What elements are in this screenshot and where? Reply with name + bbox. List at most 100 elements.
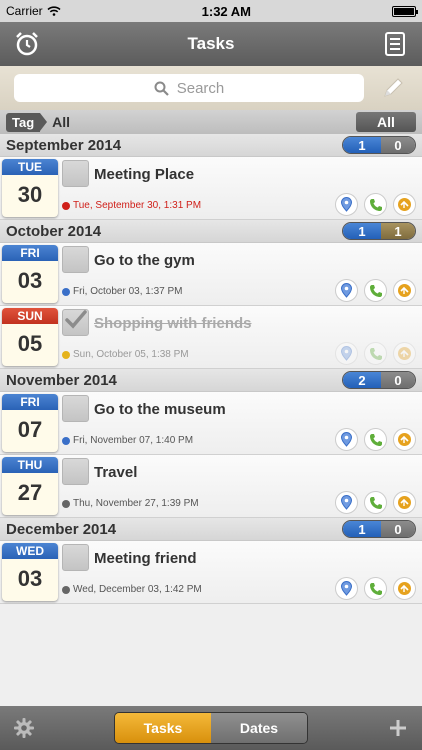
nav-bar: Tasks bbox=[0, 22, 422, 66]
location-icon[interactable] bbox=[335, 577, 358, 600]
email-icon[interactable] bbox=[393, 279, 416, 302]
phone-icon[interactable] bbox=[364, 279, 387, 302]
calendar-weekday: TUE bbox=[2, 159, 58, 175]
task-title: Go to the museum bbox=[94, 401, 226, 418]
task-row[interactable]: FRI 07 Go to the museum Fri, November 07, 1… bbox=[0, 392, 422, 455]
task-title: Meeting friend bbox=[94, 550, 197, 567]
task-checkbox[interactable] bbox=[62, 309, 89, 336]
task-title: Go to the gym bbox=[94, 252, 195, 269]
status-bar: Carrier 1:32 AM bbox=[0, 0, 422, 22]
calendar-day: 05 bbox=[17, 331, 43, 356]
task-datetime: Fri, November 07, 1:40 PM bbox=[62, 435, 193, 446]
month-header: September 2014 1 0 bbox=[0, 134, 422, 157]
phone-icon[interactable] bbox=[364, 193, 387, 216]
phone-icon[interactable] bbox=[364, 342, 387, 365]
location-icon[interactable] bbox=[335, 428, 358, 451]
email-icon[interactable] bbox=[393, 428, 416, 451]
pencil-icon[interactable] bbox=[378, 73, 408, 103]
tab-tasks[interactable]: Tasks bbox=[115, 713, 211, 743]
month-title: December 2014 bbox=[6, 520, 117, 538]
month-counts: 20 bbox=[342, 371, 416, 389]
task-checkbox[interactable] bbox=[62, 395, 89, 422]
task-title: Shopping with friends bbox=[94, 315, 252, 332]
done-count-badge: 1 bbox=[381, 223, 415, 239]
task-checkbox[interactable] bbox=[62, 160, 89, 187]
calendar-badge: THU 27 bbox=[2, 457, 58, 515]
task-title: Travel bbox=[94, 464, 138, 481]
tab-dates[interactable]: Dates bbox=[211, 713, 307, 743]
email-icon[interactable] bbox=[393, 491, 416, 514]
task-datetime-text: Tue, September 30, 1:31 PM bbox=[73, 200, 202, 211]
month-title: October 2014 bbox=[6, 222, 102, 240]
calendar-day: 30 bbox=[17, 182, 43, 207]
email-icon[interactable] bbox=[393, 577, 416, 600]
task-row[interactable]: TUE 30 Meeting Place Tue, September 30, 1:3… bbox=[0, 157, 422, 220]
calendar-badge: WED 03 bbox=[2, 543, 58, 601]
calendar-day: 03 bbox=[17, 268, 43, 293]
task-actions bbox=[335, 342, 416, 365]
open-count-badge: 2 bbox=[343, 372, 381, 388]
calendar-weekday: FRI bbox=[2, 245, 58, 261]
phone-icon[interactable] bbox=[364, 577, 387, 600]
tag-value[interactable]: All bbox=[52, 114, 350, 130]
task-datetime-text: Fri, October 03, 1:37 PM bbox=[73, 286, 183, 297]
battery-icon bbox=[391, 5, 418, 17]
page-title: Tasks bbox=[187, 34, 235, 53]
search-input[interactable]: Search bbox=[14, 74, 364, 102]
calendar-weekday: SUN bbox=[2, 308, 58, 324]
location-icon[interactable] bbox=[335, 491, 358, 514]
task-checkbox[interactable] bbox=[62, 246, 89, 273]
task-datetime-text: Fri, November 07, 1:40 PM bbox=[73, 435, 194, 446]
task-datetime: Wed, December 03, 1:42 PM bbox=[62, 584, 202, 595]
location-icon[interactable] bbox=[335, 279, 358, 302]
calendar-badge: FRI 07 bbox=[2, 394, 58, 452]
search-bar: Search bbox=[0, 66, 422, 110]
month-header: October 2014 1 1 bbox=[0, 220, 422, 243]
month-counts: 10 bbox=[342, 520, 416, 538]
location-icon[interactable] bbox=[335, 342, 358, 365]
calendar-weekday: FRI bbox=[2, 394, 58, 410]
list-icon[interactable] bbox=[382, 31, 408, 57]
search-icon bbox=[154, 81, 169, 96]
location-icon[interactable] bbox=[335, 193, 358, 216]
task-datetime: Tue, September 30, 1:31 PM bbox=[62, 200, 201, 211]
task-actions bbox=[335, 491, 416, 514]
calendar-badge: TUE 30 bbox=[2, 159, 58, 217]
calendar-day: 07 bbox=[17, 417, 43, 442]
email-icon[interactable] bbox=[393, 342, 416, 365]
add-icon[interactable] bbox=[384, 714, 412, 742]
open-count-badge: 1 bbox=[343, 521, 381, 537]
tag-label[interactable]: Tag bbox=[6, 112, 48, 132]
month-header: November 2014 2 0 bbox=[0, 369, 422, 392]
view-segmented-control: Tasks Dates bbox=[114, 712, 308, 744]
task-checkbox[interactable] bbox=[62, 458, 89, 485]
month-title: September 2014 bbox=[6, 136, 122, 154]
checkmark-icon bbox=[64, 310, 87, 335]
calendar-badge: FRI 03 bbox=[2, 245, 58, 303]
priority-dot-icon bbox=[62, 499, 70, 508]
wifi-icon bbox=[47, 6, 61, 16]
done-count-badge: 0 bbox=[381, 372, 415, 388]
priority-dot-icon bbox=[62, 436, 70, 445]
task-actions bbox=[335, 279, 416, 302]
task-actions bbox=[335, 577, 416, 600]
phone-icon[interactable] bbox=[364, 428, 387, 451]
email-icon[interactable] bbox=[393, 193, 416, 216]
priority-dot-icon bbox=[62, 201, 70, 210]
filter-all-button[interactable]: All bbox=[356, 112, 416, 132]
calendar-day: 27 bbox=[17, 480, 43, 505]
gear-icon[interactable] bbox=[10, 714, 38, 742]
status-left: Carrier bbox=[6, 4, 61, 18]
task-title: Meeting Place bbox=[94, 166, 195, 183]
task-row[interactable]: WED 03 Meeting friend Wed, December 03, 1:4… bbox=[0, 541, 422, 604]
task-row[interactable]: THU 27 Travel Thu, November 27, 1:39 PM bbox=[0, 455, 422, 518]
task-checkbox[interactable] bbox=[62, 544, 89, 571]
alarm-clock-icon[interactable] bbox=[14, 31, 40, 57]
calendar-weekday: THU bbox=[2, 457, 58, 473]
task-row[interactable]: FRI 03 Go to the gym Fri, October 03, 1:37 … bbox=[0, 243, 422, 306]
done-count-badge: 0 bbox=[381, 137, 415, 153]
task-actions bbox=[335, 193, 416, 216]
priority-dot-icon bbox=[62, 350, 70, 359]
phone-icon[interactable] bbox=[364, 491, 387, 514]
task-row[interactable]: SUN 05 Shopping with friends Sun, October 0… bbox=[0, 306, 422, 369]
